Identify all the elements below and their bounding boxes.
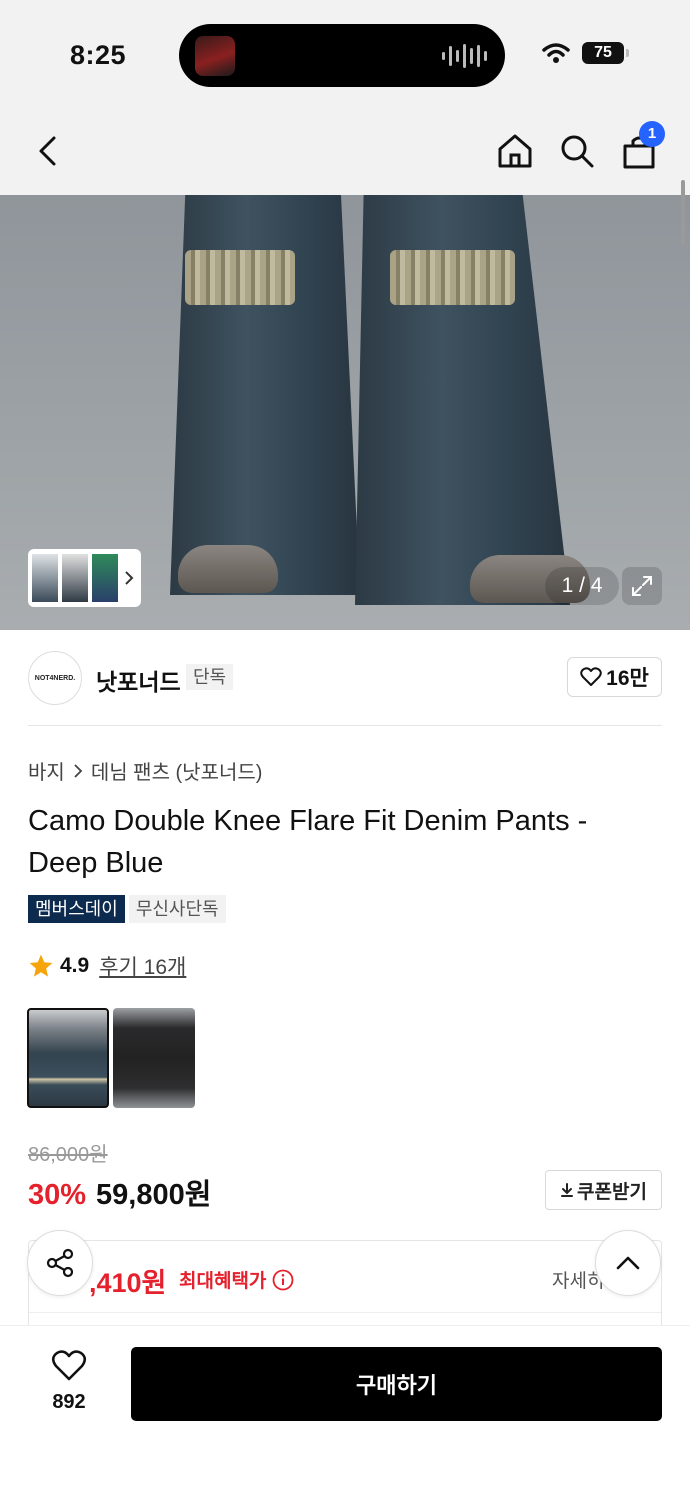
product-like-count: 892 — [52, 1391, 86, 1413]
back-icon — [39, 136, 56, 166]
tag-membersday: 멤버스데이 — [28, 895, 125, 923]
scroll-top-button[interactable] — [595, 1230, 661, 1296]
audio-waveform-icon — [442, 44, 487, 68]
heart-icon — [51, 1350, 87, 1381]
thumbnail — [62, 554, 88, 602]
max-benefit-row[interactable]: ,410원 최대혜택가 자세히 — [29, 1241, 661, 1313]
chevron-right-icon — [74, 763, 83, 778]
breadcrumb: 바지 데님 팬츠 (낫포너드) — [28, 756, 262, 785]
expand-button[interactable] — [622, 567, 662, 605]
download-icon — [561, 1183, 574, 1197]
sale-price: 59,800원 — [96, 1179, 212, 1211]
status-bar: 8:25 75 — [0, 0, 690, 105]
chevron-up-icon — [616, 1256, 640, 1270]
top-nav: 1 — [0, 105, 690, 195]
search-button[interactable] — [555, 129, 599, 173]
system-icons: 75 — [542, 42, 629, 64]
gallery-thumbnails-button[interactable] — [28, 549, 141, 607]
thumbnail — [32, 554, 58, 602]
chevron-right-icon — [125, 571, 134, 585]
brand-logo-text: NOT4NERD. — [34, 674, 76, 682]
product-like-button[interactable]: 892 — [36, 1350, 102, 1414]
rating-score: 4.9 — [60, 954, 90, 977]
breadcrumb-subcategory[interactable]: 데님 팬츠 (낫포너드) — [91, 756, 263, 785]
bottom-action-bar: 892 구매하기 — [0, 1325, 690, 1500]
product-tags: 멤버스데이 무신사단독 — [28, 895, 226, 923]
scrollbar[interactable] — [681, 180, 685, 246]
cart-button[interactable]: 1 — [617, 121, 665, 173]
photo-detail — [390, 250, 515, 305]
share-icon — [46, 1248, 74, 1278]
product-image-gallery[interactable]: 1 / 4 — [0, 195, 690, 630]
option-deep-blue[interactable] — [27, 1008, 109, 1108]
reviews-link[interactable]: 후기 16개 — [99, 951, 186, 981]
home-icon — [498, 134, 532, 168]
home-button[interactable] — [493, 129, 537, 173]
share-button[interactable] — [27, 1230, 93, 1296]
thumbnail — [92, 554, 118, 602]
expand-icon — [632, 576, 652, 596]
info-icon[interactable] — [272, 1269, 294, 1291]
wifi-icon — [542, 43, 570, 63]
max-benefit-label-text: 최대혜택가 — [179, 1271, 267, 1292]
star-icon — [29, 954, 53, 977]
original-price: 86,000원 — [28, 1144, 108, 1166]
coupon-label: 쿠폰받기 — [577, 1181, 647, 1203]
search-icon — [561, 135, 594, 168]
dynamic-island — [179, 24, 505, 87]
brand-like-button[interactable]: 16만 — [567, 657, 662, 697]
status-time: 8:25 — [70, 40, 127, 70]
brand-like-count: 16만 — [606, 667, 649, 690]
option-black[interactable] — [113, 1008, 195, 1108]
coupon-button[interactable]: 쿠폰받기 — [545, 1170, 662, 1210]
max-benefit-price: ,410원 — [89, 1268, 167, 1298]
brand-logo[interactable]: NOT4NERD. — [28, 651, 82, 705]
gallery-counter: 1 / 4 — [545, 567, 619, 605]
brand-name[interactable]: 낫포너드 — [96, 663, 181, 697]
cart-count-badge: 1 — [639, 121, 665, 147]
battery-icon: 75 — [582, 42, 629, 64]
divider — [28, 725, 662, 726]
rating-row: 4.9 후기 16개 — [28, 951, 186, 981]
photo-detail — [178, 545, 278, 593]
product-title: Camo Double Knee Flare Fit Denim Pants -… — [28, 805, 588, 879]
buy-button[interactable]: 구매하기 — [131, 1347, 662, 1421]
back-button[interactable] — [26, 129, 70, 173]
heart-icon — [580, 667, 602, 686]
price-row: 30% 59,800원 — [28, 1171, 211, 1213]
max-benefit-label: 최대혜택가 — [179, 1266, 294, 1293]
tag-exclusive: 무신사단독 — [128, 895, 226, 923]
now-playing-artwork — [195, 36, 235, 76]
photo-detail — [185, 250, 295, 305]
brand-exclusive-tag: 단독 — [186, 664, 234, 690]
breadcrumb-category[interactable]: 바지 — [28, 756, 65, 785]
discount-rate: 30% — [28, 1179, 87, 1211]
